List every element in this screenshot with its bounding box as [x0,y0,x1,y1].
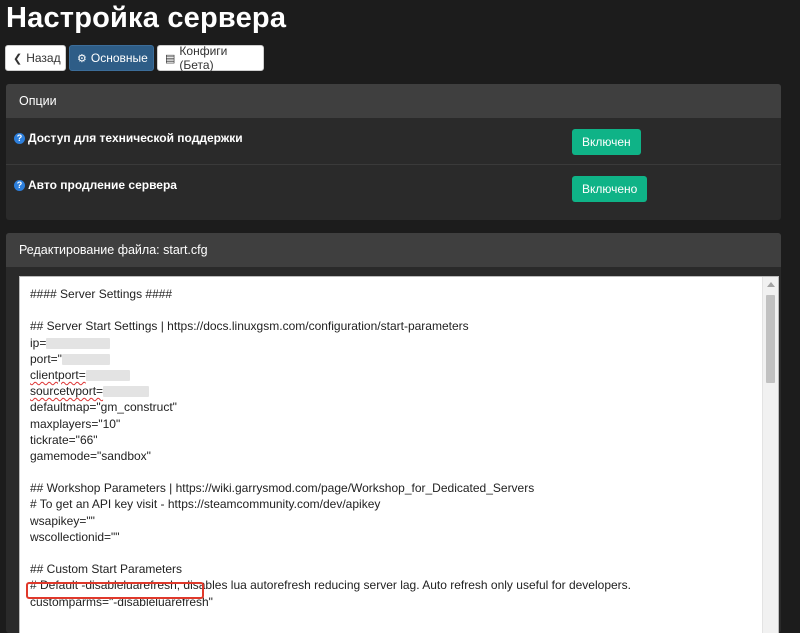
code-line: defaultmap="gm_construct" [30,400,177,415]
support-access-toggle[interactable]: Включен [572,129,641,155]
code-line: wscollectionid="" [30,529,120,544]
configs-button-label: Конфиги (Бета) [179,44,228,72]
code-line: ip= [30,335,47,350]
code-line: ## Custom Start Parameters [30,562,183,577]
redacted-value [61,354,110,366]
redacted-value [103,386,150,398]
code-line: port=" [30,351,62,366]
options-panel-title: Опции [6,84,781,118]
main-settings-label: Основные [90,51,148,65]
auto-renew-toggle[interactable]: Включено [572,176,648,202]
redacted-value [85,370,130,382]
code-line: maxplayers="10" [30,416,121,431]
code-line: clientport= [30,367,86,382]
code-line: sourcetvport= [30,384,104,399]
back-button-label: Назад [26,51,61,65]
code-line: wsapikey="" [30,513,95,528]
code-line: #### Server Settings #### [30,287,173,301]
help-icon[interactable]: ? [14,179,25,191]
configs-button[interactable]: ▤ Конфиги (Бета) [157,44,264,72]
chevron-left-icon: ❮ [13,52,23,65]
options-panel: Опции ? Доступ для технической поддержки… [6,84,781,220]
editor-scrollbar[interactable] [762,277,778,633]
code-line: # To get an API key visit - https://stea… [30,497,381,512]
highlight-box [26,582,204,599]
redacted-value [46,337,111,349]
help-icon[interactable]: ? [14,132,25,144]
nav-buttons: ❮ Назад ⚙ Основные ▤ Конфиги (Бета) [5,44,264,72]
config-text: #### Server Settings #### ## Server Star… [30,286,758,610]
editor-panel: Редактирование файла: start.cfg #### Ser… [6,233,781,633]
back-button[interactable]: ❮ Назад [5,45,66,71]
scroll-up-arrow-icon[interactable] [767,282,775,287]
list-icon: ▤ [165,52,176,65]
page-title: Настройка сервера [6,2,287,34]
scroll-thumb[interactable] [766,295,775,383]
option-label: Доступ для технической поддержки [28,131,243,145]
option-label: Авто продление сервера [28,178,177,192]
editor-panel-title: Редактирование файла: start.cfg [6,233,781,267]
main-settings-button[interactable]: ⚙ Основные [69,45,154,71]
option-row-auto-renew: ? Авто продление сервера Включено [6,165,781,211]
code-line: ## Server Start Settings | https://docs.… [30,319,469,334]
gear-icon: ⚙ [77,52,87,65]
config-editor[interactable]: #### Server Settings #### ## Server Star… [19,276,779,633]
code-line: gamemode="sandbox" [30,448,151,463]
option-row-support-access: ? Доступ для технической поддержки Включ… [6,118,781,165]
code-line: tickrate="66" [30,432,98,447]
code-line: ## Workshop Parameters | https://wiki.ga… [30,481,535,496]
